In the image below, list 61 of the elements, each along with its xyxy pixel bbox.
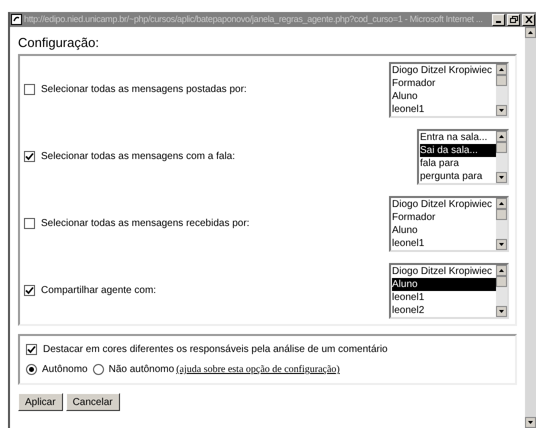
list-option[interactable]: Aluno [392, 224, 496, 236]
list-option[interactable]: leonel1 [392, 290, 496, 304]
list-option[interactable]: Diogo Ditzel Kropiwiec [392, 64, 496, 76]
action-button[interactable]: Cancelar [66, 393, 120, 411]
scroll-down-icon[interactable] [496, 104, 507, 116]
rule-label: Compartilhar agente com: [41, 284, 156, 298]
scroll-down-icon[interactable] [496, 172, 507, 182]
list-option[interactable]: pergunta para [420, 170, 496, 182]
checkbox[interactable] [24, 285, 35, 296]
list-option[interactable]: Entra na sala... [420, 130, 496, 144]
rule-label: Selecionar todas as mensagens postadas por: [41, 83, 247, 97]
checkbox[interactable] [24, 84, 35, 95]
radio-label: Autônomo [42, 363, 88, 377]
scroll-up-icon[interactable] [496, 264, 507, 276]
scrollbar[interactable] [496, 198, 507, 250]
rule-label: Selecionar todas as mensagens recebidas por: [41, 217, 250, 231]
restore-icon[interactable] [507, 14, 520, 26]
checkbox[interactable] [24, 218, 35, 229]
page-heading: Configuração: [18, 35, 100, 51]
radio-label: Não autônomo [108, 363, 174, 377]
window-title: http://edipo.nied.unicamp.br/~php/cursos/aplic/batepaponovo/janela_regras_agente.php?cod_curso=1 - Microsoft Internet ... [24, 12, 484, 26]
checkbox[interactable] [24, 151, 35, 162]
scrollbar[interactable] [496, 130, 507, 182]
list-option[interactable]: Sai da sala... [420, 144, 496, 156]
scroll-up-icon[interactable] [496, 198, 507, 208]
scroll-up-icon[interactable] [496, 64, 507, 74]
minimize-icon[interactable] [492, 14, 505, 26]
list-option[interactable]: leonel1 [392, 236, 496, 250]
page-scrollbar[interactable] [525, 27, 536, 428]
list-option[interactable]: Diogo Ditzel Kropiwiec [392, 264, 496, 278]
list-box[interactable]: Diogo Ditzel Kropiwiec Formador Aluno leonel1 [389, 62, 509, 118]
radio-button[interactable] [26, 364, 37, 375]
scroll-thumb[interactable] [496, 142, 507, 152]
scrollbar[interactable] [496, 264, 507, 316]
list-option[interactable]: Aluno [392, 90, 496, 102]
list-option[interactable]: leonel2 [392, 304, 496, 316]
scroll-thumb[interactable] [496, 208, 507, 220]
scroll-thumb[interactable] [496, 276, 507, 286]
scroll-down-icon[interactable] [525, 417, 536, 428]
list-option[interactable]: Formador [392, 210, 496, 224]
list-option[interactable]: Diogo Ditzel Kropiwiec [392, 198, 496, 210]
scroll-down-icon[interactable] [496, 238, 507, 250]
scroll-thumb[interactable] [496, 74, 507, 86]
scroll-up-icon[interactable] [496, 130, 507, 142]
list-option[interactable]: leonel1 [392, 102, 496, 116]
list-box[interactable]: Entra na sala... Sai da sala... fala para pergunta para [417, 128, 509, 184]
close-icon[interactable] [522, 14, 535, 26]
scroll-down-icon[interactable] [496, 306, 507, 316]
list-option[interactable]: Formador [392, 76, 496, 90]
list-box[interactable]: Diogo Ditzel Kropiwiec Formador Aluno leonel1 [389, 196, 509, 252]
checkbox[interactable] [26, 344, 37, 355]
option-label: Destacar em cores diferentes os responsáveis pela análise de um comentário [43, 343, 388, 357]
scroll-up-icon[interactable] [525, 27, 536, 38]
action-button[interactable]: Aplicar [18, 393, 63, 411]
rule-label: Selecionar todas as mensagens com a fala: [41, 150, 235, 164]
list-option[interactable]: Aluno [392, 278, 496, 290]
radio-button[interactable] [92, 364, 104, 375]
help-link[interactable]: (ajuda sobre esta opção de configuração) [176, 362, 340, 377]
list-box[interactable]: Diogo Ditzel Kropiwiec Aluno leonel1 leonel2 [389, 262, 509, 318]
scrollbar[interactable] [496, 64, 507, 116]
list-option[interactable]: fala para [420, 156, 496, 170]
